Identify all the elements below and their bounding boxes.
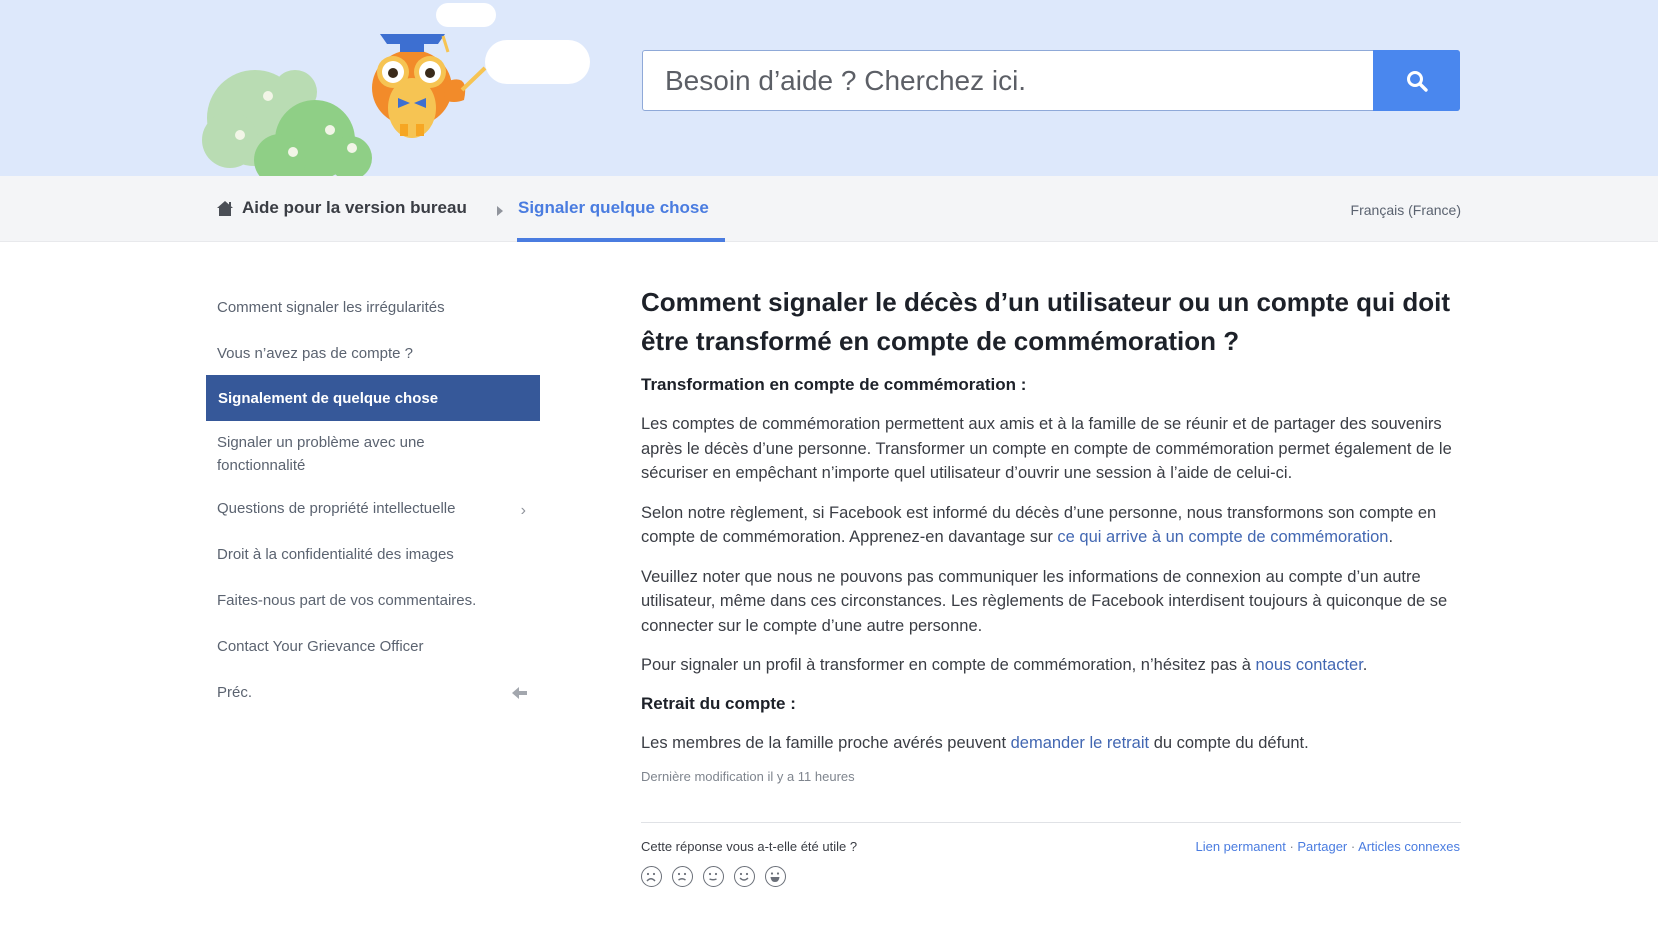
paragraph-end: . bbox=[1362, 656, 1368, 674]
search-box bbox=[642, 50, 1460, 111]
breadcrumb: Aide pour la version bureau Signaler que… bbox=[0, 176, 1658, 242]
link-demander-retrait[interactable]: demander le retrait bbox=[1011, 734, 1150, 752]
sidebar-item-probleme-fonctionnalite[interactable]: Signaler un problème avec une fonctionna… bbox=[206, 431, 466, 477]
feedback-question: Cette réponse vous a-t-elle été utile ? bbox=[641, 839, 858, 854]
home-icon bbox=[217, 200, 233, 216]
breadcrumb-separator-icon bbox=[497, 206, 503, 216]
link-nous-contacter[interactable]: nous contacter bbox=[1255, 656, 1362, 674]
sidebar-item-prec[interactable]: Préc. bbox=[206, 681, 540, 704]
smile-face-icon[interactable] bbox=[734, 866, 755, 887]
breadcrumb-current[interactable]: Signaler quelque chose bbox=[518, 198, 709, 218]
sidebar-item-label: Préc. bbox=[217, 684, 253, 701]
sidebar-item-label: Questions de propriété intellectuelle bbox=[217, 500, 456, 517]
divider bbox=[641, 822, 1461, 823]
permalink-link[interactable]: Lien permanent bbox=[1195, 839, 1285, 854]
paragraph-end: . bbox=[1388, 528, 1394, 546]
sidebar-item-signalement[interactable]: Signalement de quelque chose bbox=[206, 375, 540, 421]
feedback-rating bbox=[641, 866, 786, 887]
paragraph-text: Pour signaler un profil à transformer en… bbox=[641, 656, 1256, 674]
footer-separator: · bbox=[1285, 839, 1298, 854]
paragraph-text: Les membres de la famille proche avérés … bbox=[641, 733, 1011, 752]
sidebar-item-commentaires[interactable]: Faites-nous part de vos commentaires. bbox=[206, 589, 540, 612]
link-compte-commemoration[interactable]: ce qui arrive à un compte de commémorati… bbox=[1057, 528, 1388, 546]
hero-banner bbox=[0, 0, 1658, 176]
related-articles-link[interactable]: Articles connexes bbox=[1358, 839, 1460, 854]
article: Comment signaler le décès d’un utilisate… bbox=[641, 283, 1461, 784]
sidebar-item-pas-de-compte[interactable]: Vous n’avez pas de compte ? bbox=[206, 342, 540, 365]
paragraph-signaler-profil: Pour signaler un profil à transformer en… bbox=[641, 653, 1461, 678]
share-link[interactable]: Partager bbox=[1297, 839, 1347, 854]
sidebar-item-grievance-officer[interactable]: Contact Your Grievance Officer bbox=[206, 635, 540, 658]
breadcrumb-active-underline bbox=[517, 238, 725, 242]
sidebar-item-irregularites[interactable]: Comment signaler les irrégularités bbox=[206, 296, 540, 319]
sidebar-item-label: Comment signaler les irrégularités bbox=[217, 299, 445, 316]
breadcrumb-home-label: Aide pour la version bureau bbox=[242, 198, 467, 217]
language-selector[interactable]: Français (France) bbox=[1351, 202, 1461, 218]
chevron-right-icon: › bbox=[520, 502, 526, 519]
sad-face-icon[interactable] bbox=[672, 866, 693, 887]
search-input[interactable] bbox=[643, 51, 1459, 110]
sidebar-item-label: Signalement de quelque chose bbox=[218, 389, 439, 407]
paragraph-end: du compte du défunt. bbox=[1149, 733, 1309, 752]
section-heading-commemoration: Transformation en compte de commémoratio… bbox=[641, 375, 1027, 394]
neutral-face-icon[interactable] bbox=[703, 866, 724, 887]
paragraph-comptes-commemoration: Les comptes de commémoration permettent … bbox=[641, 415, 1452, 482]
very-sad-face-icon[interactable] bbox=[641, 866, 662, 887]
paragraph-reglement: Selon notre règlement, si Facebook est i… bbox=[641, 501, 1461, 550]
sidebar-item-label: Signaler un problème avec une fonctionna… bbox=[217, 434, 425, 474]
footer-separator: · bbox=[1347, 839, 1359, 854]
footer-links: Lien permanent · Partager · Articles con… bbox=[1195, 839, 1460, 854]
sidebar-item-label: Vous n’avez pas de compte ? bbox=[217, 345, 413, 362]
sidebar-item-label: Faites-nous part de vos commentaires. bbox=[217, 592, 477, 609]
breadcrumb-home-link[interactable]: Aide pour la version bureau bbox=[216, 198, 467, 218]
sidebar-item-label: Contact Your Grievance Officer bbox=[217, 638, 424, 655]
back-arrow-icon bbox=[512, 687, 527, 699]
sidebar-nav: Comment signaler les irrégularités Vous … bbox=[206, 284, 540, 704]
last-updated: Dernière modification il y a 11 heures bbox=[641, 769, 855, 784]
paragraph-retrait: Les membres de la famille proche avérés … bbox=[641, 731, 1461, 756]
sidebar-item-confidentialite-images[interactable]: Droit à la confidentialité des images bbox=[206, 543, 540, 566]
big-smile-face-icon[interactable] bbox=[765, 866, 786, 887]
section-heading-retrait: Retrait du compte : bbox=[641, 693, 796, 713]
paragraph-informations-connexion: Veuillez noter que nous ne pouvons pas c… bbox=[641, 567, 1448, 635]
search-icon bbox=[1406, 70, 1428, 92]
sidebar-item-label: Droit à la confidentialité des images bbox=[217, 546, 454, 563]
sidebar-item-propriete-intellectuelle[interactable]: Questions de propriété intellectuelle › bbox=[206, 497, 540, 520]
search-button[interactable] bbox=[1373, 50, 1460, 111]
owl-mascot-illustration bbox=[202, 3, 590, 176]
article-title: Comment signaler le décès d’un utilisate… bbox=[641, 287, 1450, 356]
